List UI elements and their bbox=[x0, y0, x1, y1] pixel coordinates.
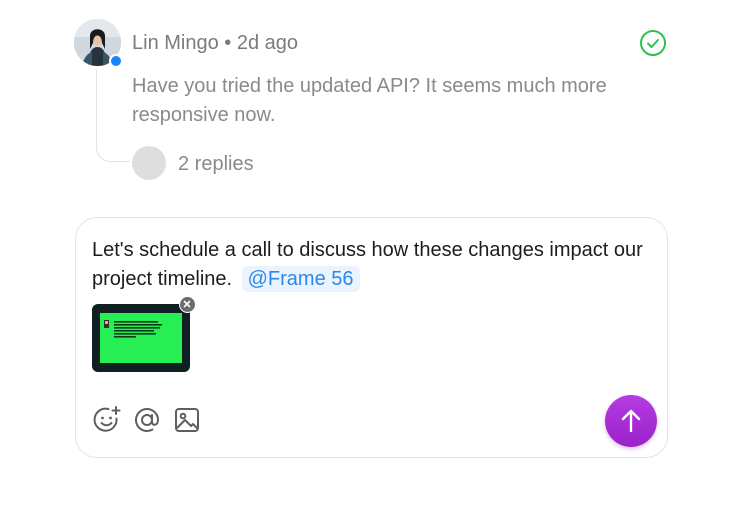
check-circle-icon[interactable] bbox=[639, 29, 667, 57]
thread-connector bbox=[96, 70, 130, 162]
replies-link[interactable]: 2 replies bbox=[178, 151, 254, 177]
close-icon bbox=[183, 300, 191, 308]
reply-avatar bbox=[132, 146, 166, 180]
composer-text: Let's schedule a call to discuss how the… bbox=[92, 239, 643, 290]
emoji-add-icon[interactable] bbox=[92, 405, 122, 435]
comment-body: Have you tried the updated API? It seems… bbox=[132, 75, 607, 126]
online-status-dot bbox=[109, 54, 123, 68]
reply-composer[interactable]: Let's schedule a call to discuss how the… bbox=[75, 217, 668, 458]
mention-chip[interactable]: @Frame 56 bbox=[241, 266, 360, 292]
at-mention-icon[interactable] bbox=[132, 405, 162, 435]
attachment-thumbnail[interactable] bbox=[92, 304, 190, 372]
composer-input[interactable]: Let's schedule a call to discuss how the… bbox=[92, 236, 652, 294]
remove-attachment-button[interactable] bbox=[179, 296, 196, 313]
author-avatar[interactable] bbox=[74, 19, 123, 68]
comment-time: 2d ago bbox=[236, 32, 299, 54]
arrow-up-icon bbox=[621, 409, 641, 433]
comment-header: Lin Mingo • 2d ago bbox=[132, 30, 298, 56]
attachment-preview bbox=[100, 313, 182, 363]
meta-separator: • bbox=[224, 32, 232, 54]
author-name[interactable]: Lin Mingo bbox=[132, 32, 219, 54]
send-button[interactable] bbox=[605, 395, 657, 447]
image-icon[interactable] bbox=[172, 405, 202, 435]
